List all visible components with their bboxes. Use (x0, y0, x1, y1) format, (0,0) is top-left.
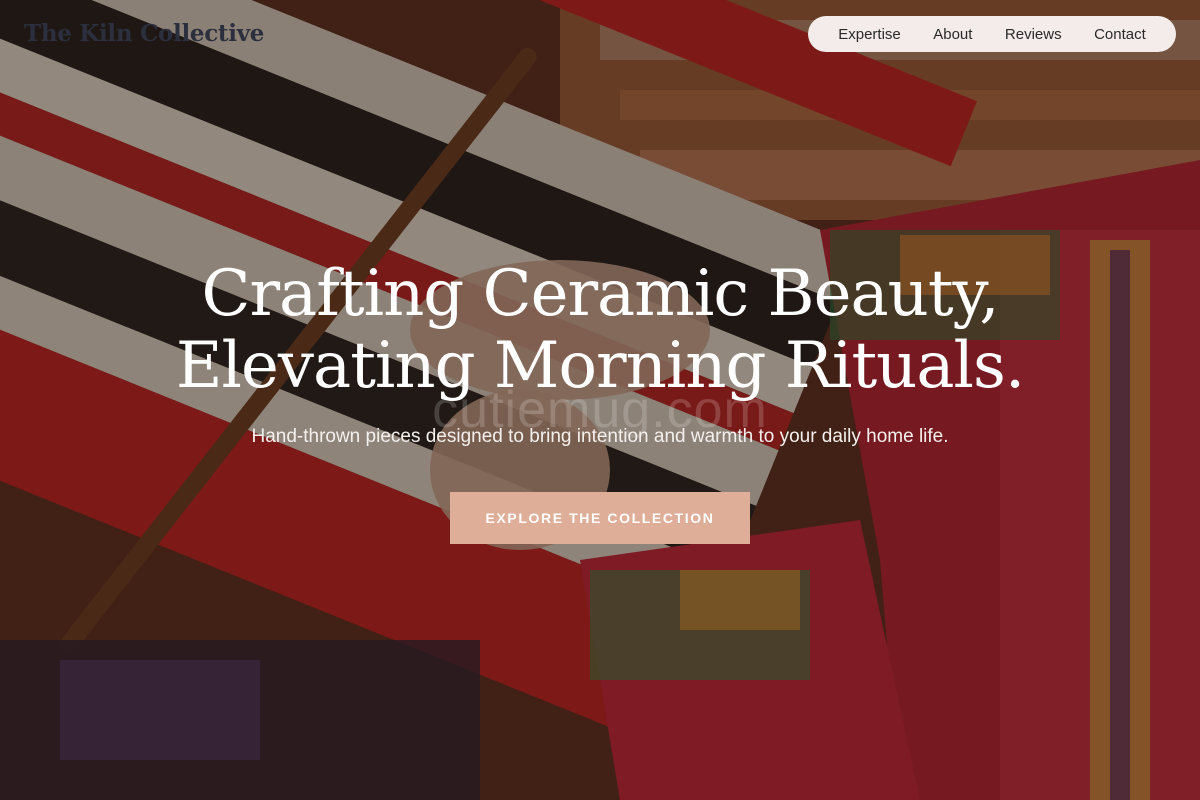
explore-collection-button[interactable]: EXPLORE THE COLLECTION (450, 492, 750, 544)
hero-subtitle: Hand-thrown pieces designed to bring int… (251, 426, 949, 447)
main-nav: Expertise About Reviews Contact (808, 16, 1176, 52)
nav-item-reviews[interactable]: Reviews (1005, 26, 1062, 43)
brand-logo[interactable]: The Kiln Collective (24, 20, 264, 47)
hero-section: The Kiln Collective Expertise About Revi… (0, 0, 1200, 800)
nav-item-contact[interactable]: Contact (1094, 26, 1146, 43)
hero-headline-line1: Crafting Ceramic Beauty, (201, 257, 999, 331)
nav-item-expertise[interactable]: Expertise (838, 26, 901, 43)
nav-item-about[interactable]: About (933, 26, 972, 43)
